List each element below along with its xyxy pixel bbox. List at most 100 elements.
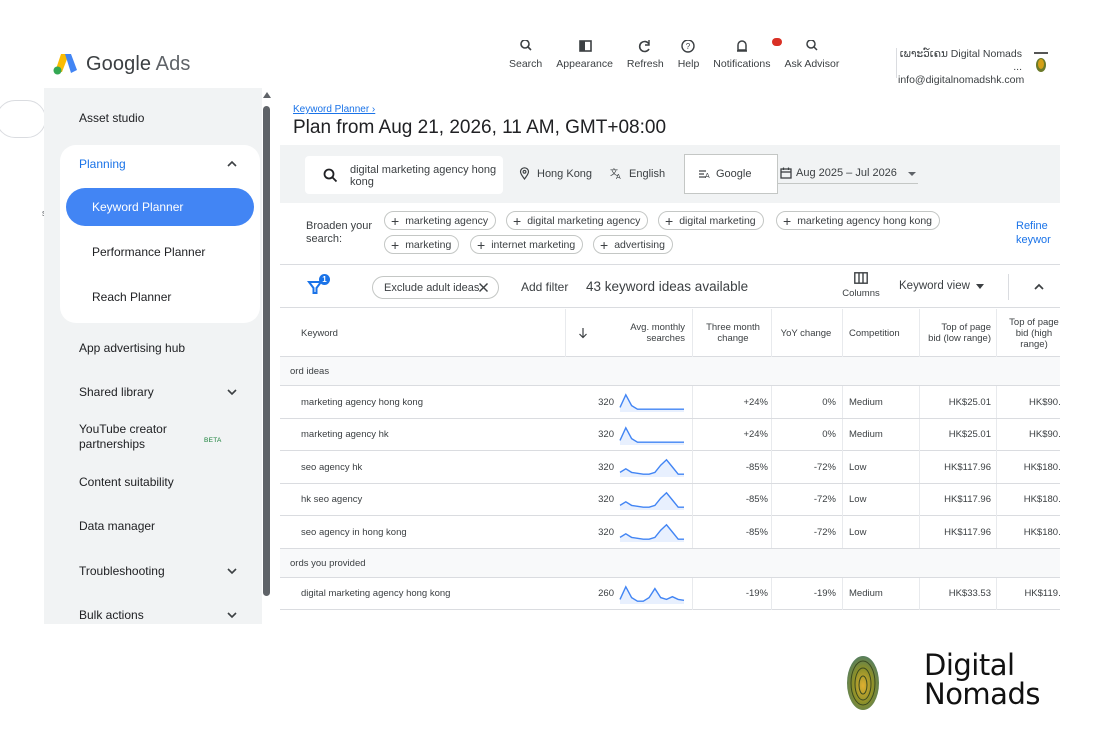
columns-button[interactable]: Columns bbox=[838, 270, 884, 299]
appearance-action-label: Appearance bbox=[556, 58, 613, 70]
filter-row: digital marketing agency hong kong Hong … bbox=[280, 145, 1060, 203]
broaden-chip[interactable]: + digital marketing bbox=[658, 211, 764, 230]
account-avatar[interactable] bbox=[1030, 50, 1052, 76]
keyword-view-dropdown[interactable]: Keyword view bbox=[899, 280, 984, 292]
appearance-action[interactable]: Appearance bbox=[549, 40, 620, 70]
broaden-row: Broaden your search: + marketing agency +… bbox=[280, 203, 1060, 265]
header-three-month-change[interactable]: Three month change bbox=[698, 309, 768, 357]
sidebar-item-reach-planner[interactable]: Reach Planner bbox=[66, 278, 254, 316]
table-row[interactable]: digital marketing agency hong kong 260 -19… bbox=[280, 577, 1060, 610]
keyword-ideas-rows: marketing agency hong kong 320 +24% 0% Mediu… bbox=[280, 386, 1060, 549]
date-dropdown-arrow-icon[interactable] bbox=[908, 172, 916, 176]
cell-keyword[interactable]: marketing agency hong kong bbox=[301, 386, 561, 418]
cell-competition: Low bbox=[849, 494, 867, 505]
sidebar-item-label: Keyword Planner bbox=[92, 200, 184, 214]
header-bid-high[interactable]: Top of page bid (high range) bbox=[1006, 309, 1060, 357]
cell-divider bbox=[771, 577, 772, 610]
close-icon[interactable] bbox=[478, 282, 489, 293]
add-filter-button[interactable]: Add filter bbox=[521, 280, 568, 294]
broaden-chip[interactable]: + internet marketing bbox=[470, 235, 584, 254]
ask-advisor-icon bbox=[806, 40, 818, 51]
arrow-down-icon bbox=[579, 328, 587, 339]
broaden-chip[interactable]: + advertising bbox=[593, 235, 673, 254]
table-row[interactable]: marketing agency hk 320 +24% 0% Medium HK$25.… bbox=[280, 418, 1060, 451]
header-competition[interactable]: Competition bbox=[849, 309, 900, 357]
cell-keyword[interactable]: seo agency hk bbox=[301, 451, 561, 483]
ask-advisor-action-label: Ask Advisor bbox=[784, 58, 840, 70]
header-bid-low[interactable]: Top of page bid (low range) bbox=[928, 309, 991, 357]
location-filter[interactable]: Hong Kong bbox=[518, 167, 592, 180]
filter-button[interactable]: 1 bbox=[307, 274, 333, 300]
table-row[interactable]: seo agency in hong kong 320 -85% -72% Low HK$… bbox=[280, 516, 1060, 549]
sidebar-item-performance-planner[interactable]: Performance Planner bbox=[66, 233, 254, 271]
cell-keyword[interactable]: hk seo agency bbox=[301, 484, 561, 516]
sidebar-item-label: Planning bbox=[79, 157, 126, 171]
header-yoy-change[interactable]: YoY change bbox=[774, 309, 838, 357]
columns-icon bbox=[854, 272, 868, 284]
table-row[interactable]: marketing agency hong kong 320 +24% 0% Mediu… bbox=[280, 386, 1060, 419]
help-action[interactable]: ? Help bbox=[671, 40, 707, 70]
cell-yoy-change: 0% bbox=[822, 396, 836, 408]
account-info[interactable]: ເພາະວ໌ເຄນ Digital Nomads ... info@digita… bbox=[898, 48, 1024, 87]
broaden-chip[interactable]: + marketing bbox=[384, 235, 460, 254]
sidebar-item-keyword-planner[interactable]: Keyword Planner bbox=[66, 188, 254, 226]
cell-avg-searches: 320 bbox=[598, 461, 614, 473]
search-icon bbox=[323, 168, 338, 183]
cell-bid-low: HK$117.96 bbox=[944, 461, 991, 473]
broaden-chip[interactable]: + marketing agency bbox=[384, 211, 497, 230]
account-name: ເພາະວ໌ເຄນ Digital Nomads ... bbox=[899, 48, 1022, 73]
cell-keyword[interactable]: marketing agency hk bbox=[301, 419, 561, 451]
cell-bid-high: HK$90.1 bbox=[1029, 429, 1060, 440]
sidebar-item-content-suitability[interactable]: Content suitability bbox=[44, 462, 262, 502]
cell-divider bbox=[771, 451, 772, 483]
cell-keyword[interactable]: digital marketing agency hong kong bbox=[301, 578, 561, 610]
keyword-input[interactable]: digital marketing agency hong kong bbox=[305, 156, 503, 194]
broaden-chip[interactable]: + digital marketing agency bbox=[506, 211, 649, 230]
cell-divider bbox=[919, 418, 920, 451]
scroll-up-arrow-icon[interactable] bbox=[263, 92, 271, 98]
brand-wordmark: Digital Nomads bbox=[924, 651, 1040, 709]
sidebar-item-asset-studio[interactable]: Asset studio bbox=[44, 98, 262, 138]
sidebar-item-app-advertising-hub[interactable]: App advertising hub bbox=[44, 328, 262, 368]
header-keyword[interactable]: Keyword bbox=[301, 309, 338, 357]
sidebar-item-data-manager[interactable]: Data manager bbox=[44, 506, 262, 546]
exclude-adult-ideas-chip[interactable]: Exclude adult ideas bbox=[372, 276, 499, 299]
chevron-up-icon[interactable] bbox=[1032, 280, 1046, 294]
table-row[interactable]: hk seo agency 320 -85% -72% Low HK$117.96 HK$1… bbox=[280, 483, 1060, 516]
sidebar-scrollbar[interactable] bbox=[262, 92, 271, 624]
scroll-thumb[interactable] bbox=[263, 106, 270, 596]
breadcrumb[interactable]: Keyword Planner › bbox=[293, 104, 375, 115]
cell-avg-searches: 320 bbox=[598, 396, 614, 408]
cell-divider bbox=[919, 451, 920, 483]
sidebar-item-bulk-actions[interactable]: Bulk actions bbox=[44, 595, 262, 624]
google-ads-logo[interactable]: Google Ads bbox=[52, 50, 190, 78]
sidebar-item-shared-library[interactable]: Shared library bbox=[44, 372, 262, 412]
cell-competition: Medium bbox=[849, 588, 883, 599]
network-filter[interactable]: A Google bbox=[684, 154, 778, 194]
search-icon bbox=[519, 40, 532, 51]
sidebar-item-planning[interactable]: Planning bbox=[60, 145, 260, 183]
ask-advisor-action[interactable]: Ask Advisor bbox=[778, 40, 847, 70]
sidebar-item-youtube-creator[interactable]: YouTube creator partnerships BETA bbox=[44, 417, 262, 457]
cell-bid-high: HK$180.1 bbox=[1023, 494, 1060, 505]
plus-icon: + bbox=[783, 212, 792, 229]
sort-down-arrow-icon[interactable] bbox=[578, 309, 588, 357]
language-filter[interactable]: 文A English bbox=[610, 167, 665, 180]
date-range-filter[interactable]: Aug 2025 – Jul 2026 bbox=[780, 167, 897, 179]
broaden-chip[interactable]: + marketing agency hong kong bbox=[776, 211, 941, 230]
refine-keywords-button[interactable]: Refine keywor bbox=[1016, 219, 1056, 247]
column-divider bbox=[565, 309, 566, 357]
sidebar-item-label: Asset studio bbox=[79, 111, 145, 125]
search-action[interactable]: Search bbox=[502, 40, 549, 70]
cell-divider bbox=[692, 418, 693, 451]
keyword-input-value: digital marketing agency hong kong bbox=[350, 164, 497, 188]
cell-keyword[interactable]: seo agency in hong kong bbox=[301, 516, 561, 548]
date-range-label: Aug 2025 – Jul 2026 bbox=[796, 167, 897, 179]
brand-line-2: Nomads bbox=[924, 677, 1040, 711]
table-row[interactable]: seo agency hk 320 -85% -72% Low HK$117.96 HK$1… bbox=[280, 451, 1060, 484]
header-avg-monthly-searches[interactable]: Avg. monthly searches bbox=[610, 309, 685, 357]
trend-sparkline bbox=[619, 584, 685, 604]
refresh-action[interactable]: Refresh bbox=[620, 40, 671, 70]
notifications-action[interactable]: Notifications bbox=[706, 38, 782, 70]
sidebar-item-troubleshooting[interactable]: Troubleshooting bbox=[44, 551, 262, 591]
